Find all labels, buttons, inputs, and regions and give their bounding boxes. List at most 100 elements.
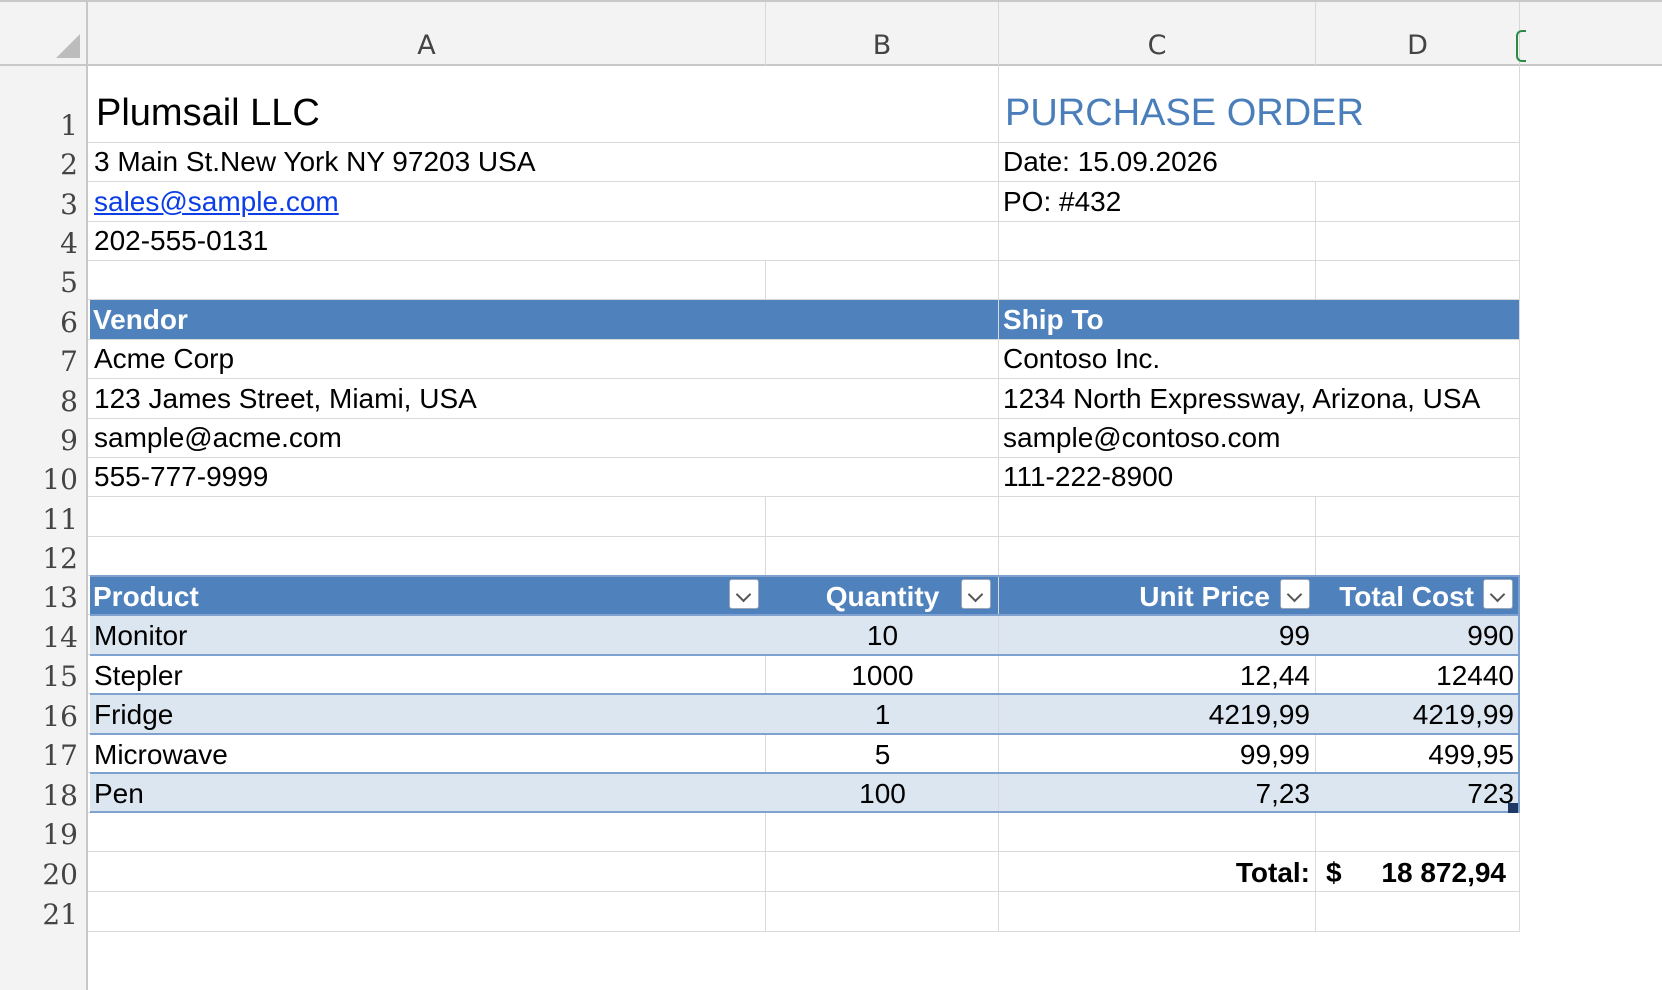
quantity-cell[interactable]: 10 xyxy=(766,620,999,652)
total-cost-cell[interactable]: 990 xyxy=(1316,620,1514,652)
quantity-cell[interactable]: 5 xyxy=(766,739,999,771)
row-header[interactable]: 11 xyxy=(0,503,86,536)
document-title[interactable]: PURCHASE ORDER xyxy=(1005,92,1364,135)
table-header-total-cost[interactable]: Total Cost xyxy=(1316,581,1474,613)
quantity-cell[interactable]: 1000 xyxy=(766,660,999,692)
company-phone[interactable]: 202-555-0131 xyxy=(94,225,268,257)
total-cost-cell[interactable]: 723 xyxy=(1316,778,1514,810)
filter-dropdown-unit-price-icon[interactable] xyxy=(1280,579,1310,609)
column-gridline xyxy=(765,813,766,932)
row-header[interactable]: 15 xyxy=(0,660,86,693)
table-border xyxy=(90,693,1520,695)
column-label: B xyxy=(872,30,892,61)
company-name[interactable]: Plumsail LLC xyxy=(96,92,320,135)
column-gridline xyxy=(765,497,766,576)
table-border xyxy=(90,654,1520,656)
row-header[interactable]: 12 xyxy=(0,542,86,575)
column-header-c[interactable]: C xyxy=(999,2,1316,66)
row-gridline xyxy=(88,142,1520,143)
column-e-edge[interactable] xyxy=(1516,30,1526,62)
row-gridline xyxy=(88,891,1520,892)
table-border-right xyxy=(1518,575,1520,813)
column-gridline xyxy=(1315,182,1316,300)
order-date[interactable]: Date: 15.09.2026 xyxy=(1003,146,1218,178)
filter-dropdown-product-icon[interactable] xyxy=(729,579,759,609)
row-header[interactable]: 5 xyxy=(0,266,86,299)
product-cell[interactable]: Stepler xyxy=(94,660,183,692)
table-header-product[interactable]: Product xyxy=(93,581,199,613)
row-header[interactable]: 13 xyxy=(0,581,86,614)
company-address[interactable]: 3 Main St.New York NY 97203 USA xyxy=(94,146,536,178)
vendor-email[interactable]: sample@acme.com xyxy=(94,422,342,454)
ship-to-phone[interactable]: 111-222-8900 xyxy=(1003,461,1173,493)
column-header-a[interactable]: A xyxy=(88,2,766,66)
row-header[interactable]: 7 xyxy=(0,345,86,378)
row-header[interactable]: 1 xyxy=(0,109,86,142)
row-gridline xyxy=(88,418,1520,419)
vendor-name[interactable]: Acme Corp xyxy=(94,343,234,375)
ship-to-heading[interactable]: Ship To xyxy=(1003,304,1104,336)
ship-to-address[interactable]: 1234 North Expressway, Arizona, USA xyxy=(1003,383,1480,415)
row-header[interactable]: 17 xyxy=(0,739,86,772)
column-label: C xyxy=(1147,30,1167,61)
product-cell[interactable]: Pen xyxy=(94,778,144,810)
spreadsheet[interactable]: A B C D 1 2 3 4 5 6 7 8 9 10 11 12 13 14 15 16 17 18 19 20 2… xyxy=(0,0,1662,990)
row-header[interactable]: 16 xyxy=(0,700,86,733)
row-header[interactable]: 14 xyxy=(0,621,86,654)
row-gridline xyxy=(88,378,1520,379)
product-cell[interactable]: Monitor xyxy=(94,620,187,652)
select-all-corner[interactable] xyxy=(0,0,88,66)
filter-dropdown-quantity-icon[interactable] xyxy=(961,579,991,609)
row-header[interactable]: 21 xyxy=(0,898,86,931)
filter-dropdown-total-cost-icon[interactable] xyxy=(1483,579,1513,609)
column-gridline xyxy=(1519,813,1520,932)
unit-price-cell[interactable]: 99 xyxy=(1000,620,1310,652)
row-gridline xyxy=(88,931,1520,932)
row-gridline xyxy=(88,496,1520,497)
column-gridline xyxy=(1315,497,1316,576)
po-number[interactable]: PO: #432 xyxy=(1003,186,1121,218)
company-email-link[interactable]: sales@sample.com xyxy=(94,186,339,218)
unit-price-cell[interactable]: 99,99 xyxy=(1000,739,1310,771)
total-value[interactable]: 18 872,94 xyxy=(1340,857,1506,889)
product-cell[interactable]: Fridge xyxy=(94,699,173,731)
row-gridline xyxy=(88,457,1520,458)
row-header[interactable]: 9 xyxy=(0,424,86,457)
total-label[interactable]: Total: xyxy=(1000,857,1310,889)
total-cost-cell[interactable]: 12440 xyxy=(1316,660,1514,692)
unit-price-cell[interactable]: 7,23 xyxy=(1000,778,1311,810)
table-border xyxy=(90,733,1520,735)
vendor-phone[interactable]: 555-777-9999 xyxy=(94,461,268,493)
ship-to-name[interactable]: Contoso Inc. xyxy=(1003,343,1160,375)
product-cell[interactable]: Microwave xyxy=(94,739,228,771)
row-header[interactable]: 6 xyxy=(0,306,86,339)
row-header[interactable]: 4 xyxy=(0,227,86,260)
row-gridline xyxy=(88,851,1520,852)
total-cost-cell[interactable]: 499,95 xyxy=(1316,739,1514,771)
total-cost-cell[interactable]: 4219,99 xyxy=(1316,699,1514,731)
fill-handle[interactable] xyxy=(1508,803,1518,813)
unit-price-cell[interactable]: 12,44 xyxy=(1000,660,1310,692)
row-header[interactable]: 3 xyxy=(0,188,86,221)
row-header[interactable]: 2 xyxy=(0,148,86,181)
quantity-cell[interactable]: 1 xyxy=(766,699,999,731)
row-header[interactable]: 10 xyxy=(0,463,86,496)
row-gridline xyxy=(88,339,1520,340)
vendor-address[interactable]: 123 James Street, Miami, USA xyxy=(94,383,477,415)
row-header[interactable]: 20 xyxy=(0,858,86,891)
quantity-cell[interactable]: 100 xyxy=(766,778,999,810)
column-gridline xyxy=(765,261,766,300)
unit-price-cell[interactable]: 4219,99 xyxy=(1000,699,1310,731)
column-header-d[interactable]: D xyxy=(1316,2,1520,66)
table-header-unit-price[interactable]: Unit Price xyxy=(1000,581,1270,613)
column-gridline xyxy=(1315,813,1316,932)
table-border xyxy=(90,614,1520,616)
column-header-b[interactable]: B xyxy=(766,2,999,66)
vendor-heading[interactable]: Vendor xyxy=(93,304,188,336)
table-border-top xyxy=(90,575,1520,577)
row-header[interactable]: 8 xyxy=(0,385,86,418)
row-header[interactable]: 18 xyxy=(0,779,86,812)
ship-to-email[interactable]: sample@contoso.com xyxy=(1003,422,1280,454)
row-gridline xyxy=(88,536,1520,537)
row-header[interactable]: 19 xyxy=(0,818,86,851)
